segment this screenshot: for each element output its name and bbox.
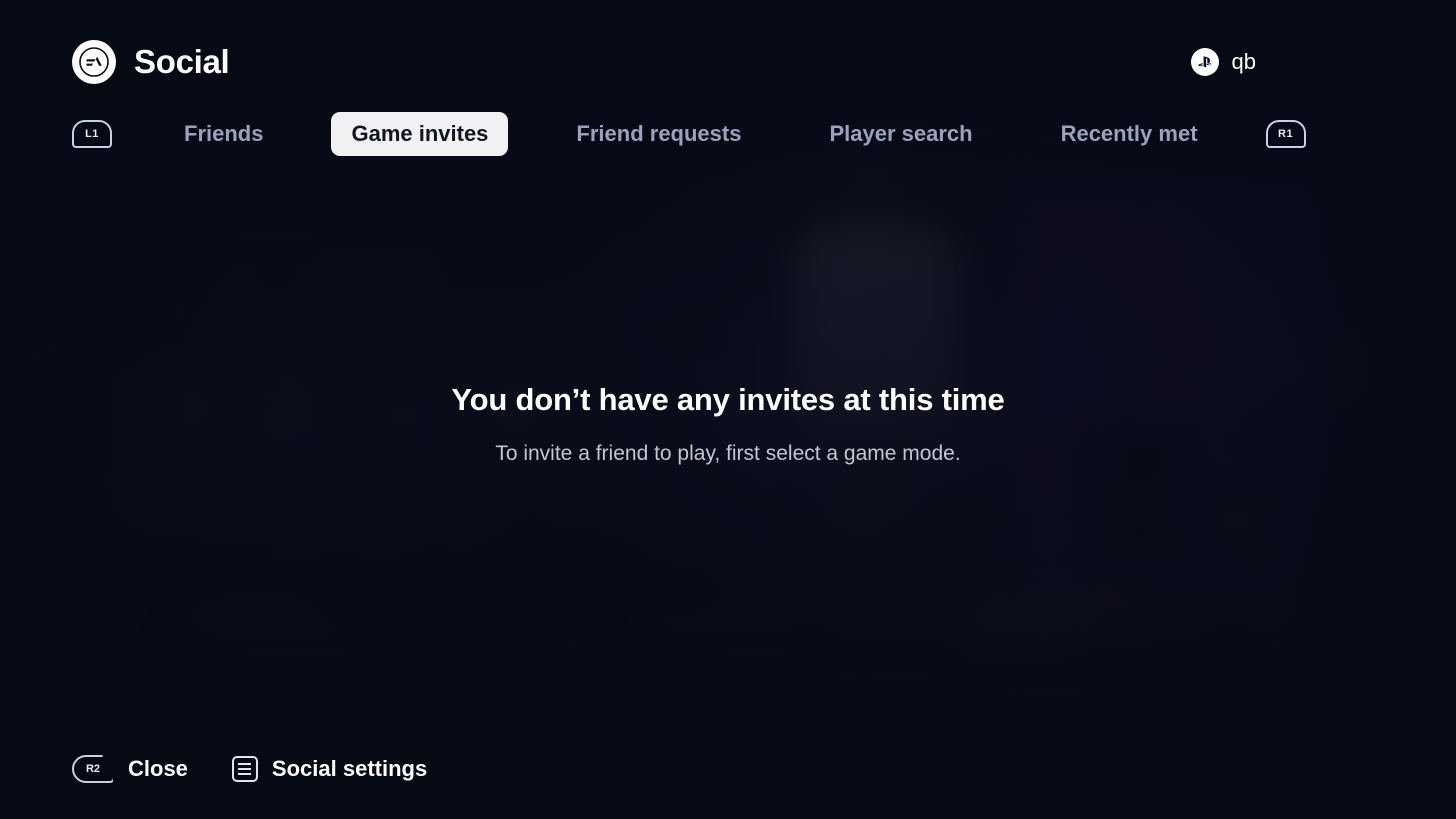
footer-actions: R2 Close Social settings bbox=[72, 755, 427, 783]
social-settings-label: Social settings bbox=[271, 756, 428, 781]
r2-trigger-icon[interactable]: R2 bbox=[72, 755, 114, 783]
account-username: qb bbox=[1231, 49, 1256, 74]
r1-bumper-icon[interactable]: R1 bbox=[1265, 120, 1306, 148]
close-action[interactable]: R2 Close bbox=[72, 755, 188, 783]
playstation-icon bbox=[1190, 48, 1219, 76]
empty-state-title: You don’t have any invites at this time bbox=[451, 382, 1005, 417]
empty-state: You don’t have any invites at this time … bbox=[0, 382, 1456, 466]
tab-recently-met[interactable]: Recently met bbox=[1041, 112, 1218, 156]
social-settings-action[interactable]: Social settings bbox=[231, 756, 428, 782]
tab-friends[interactable]: Friends bbox=[164, 112, 283, 156]
ea-logo-icon bbox=[72, 40, 116, 84]
close-label: Close bbox=[128, 756, 188, 781]
l1-bumper-icon[interactable]: L1 bbox=[72, 120, 112, 148]
social-overlay-screen: CUSTOMISE XP bbox=[0, 0, 1456, 819]
tab-game-invites[interactable]: Game invites bbox=[331, 112, 509, 156]
options-menu-icon[interactable] bbox=[231, 756, 258, 782]
tab-player-search[interactable]: Player search bbox=[809, 112, 992, 156]
foreground-ui: Social qb L1 Friends Game invites Friend… bbox=[0, 0, 1456, 819]
app-header: Social bbox=[72, 40, 230, 84]
page-title: Social bbox=[134, 43, 230, 80]
account-indicator: qb bbox=[1190, 48, 1256, 76]
tab-friend-requests[interactable]: Friend requests bbox=[556, 112, 761, 156]
empty-state-subtitle: To invite a friend to play, first select… bbox=[495, 442, 961, 465]
tab-bar: L1 Friends Game invites Friend requests … bbox=[72, 112, 1306, 156]
